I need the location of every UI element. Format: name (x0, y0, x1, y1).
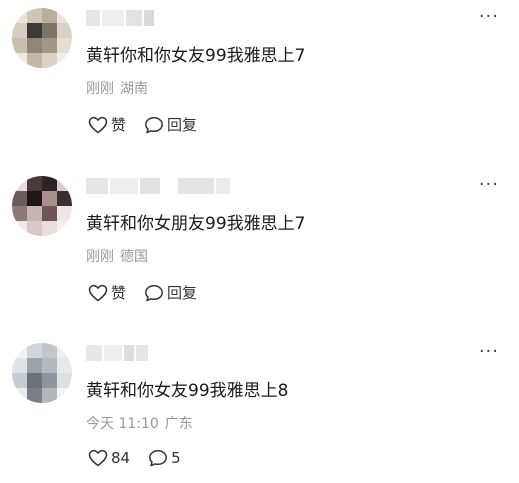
comment-location: 德国 (120, 249, 148, 265)
comment-location: 湖南 (120, 81, 148, 97)
comment-actions: 赞 回复 (88, 114, 197, 135)
username-blurred[interactable] (86, 10, 154, 26)
like-label: 赞 (111, 284, 127, 302)
more-dots-icon[interactable]: ··· (479, 8, 499, 26)
comment-meta: 今天 11:10 广东 (86, 415, 193, 433)
reply-count: 5 (171, 449, 181, 467)
like-button[interactable]: 赞 (88, 282, 126, 303)
like-button[interactable]: 赞 (88, 114, 126, 135)
more-dots-icon[interactable]: ··· (479, 343, 499, 361)
comment-location: 广东 (164, 416, 193, 432)
heart-icon (88, 284, 108, 301)
comment-bubble-icon (145, 284, 163, 301)
comment-bubble-icon (149, 450, 168, 467)
comment-actions: 赞 回复 (88, 282, 197, 303)
heart-icon (88, 116, 108, 133)
more-dots-icon[interactable]: ··· (479, 176, 499, 194)
avatar[interactable] (12, 176, 72, 236)
reply-button[interactable]: 回复 (144, 282, 197, 303)
avatar[interactable] (12, 8, 72, 68)
like-count: 84 (111, 449, 131, 467)
heart-icon (88, 449, 108, 467)
like-button[interactable]: 84 (88, 449, 130, 467)
comment-actions: 84 5 (88, 449, 181, 467)
comment-time: 今天 11:10 (86, 416, 159, 432)
reply-label: 回复 (167, 116, 198, 134)
reply-button[interactable]: 5 (148, 449, 181, 467)
comment-meta: 刚刚 德国 (86, 248, 148, 266)
username-blurred[interactable] (86, 345, 148, 361)
like-label: 赞 (111, 116, 127, 134)
reply-label: 回复 (167, 284, 198, 302)
comment-time: 刚刚 (86, 249, 114, 265)
comment-text: 黄轩和你女朋友99我雅思上7 (86, 214, 306, 234)
comment-meta: 刚刚 湖南 (86, 80, 148, 98)
reply-button[interactable]: 回复 (144, 114, 197, 135)
comment-text: 黄轩你和你女友99我雅思上7 (86, 46, 306, 66)
comment-bubble-icon (145, 116, 163, 133)
comment-text: 黄轩和你女友99我雅思上8 (86, 381, 289, 401)
avatar[interactable] (12, 343, 72, 403)
comment-time: 刚刚 (86, 81, 114, 97)
username-blurred[interactable] (86, 178, 230, 194)
